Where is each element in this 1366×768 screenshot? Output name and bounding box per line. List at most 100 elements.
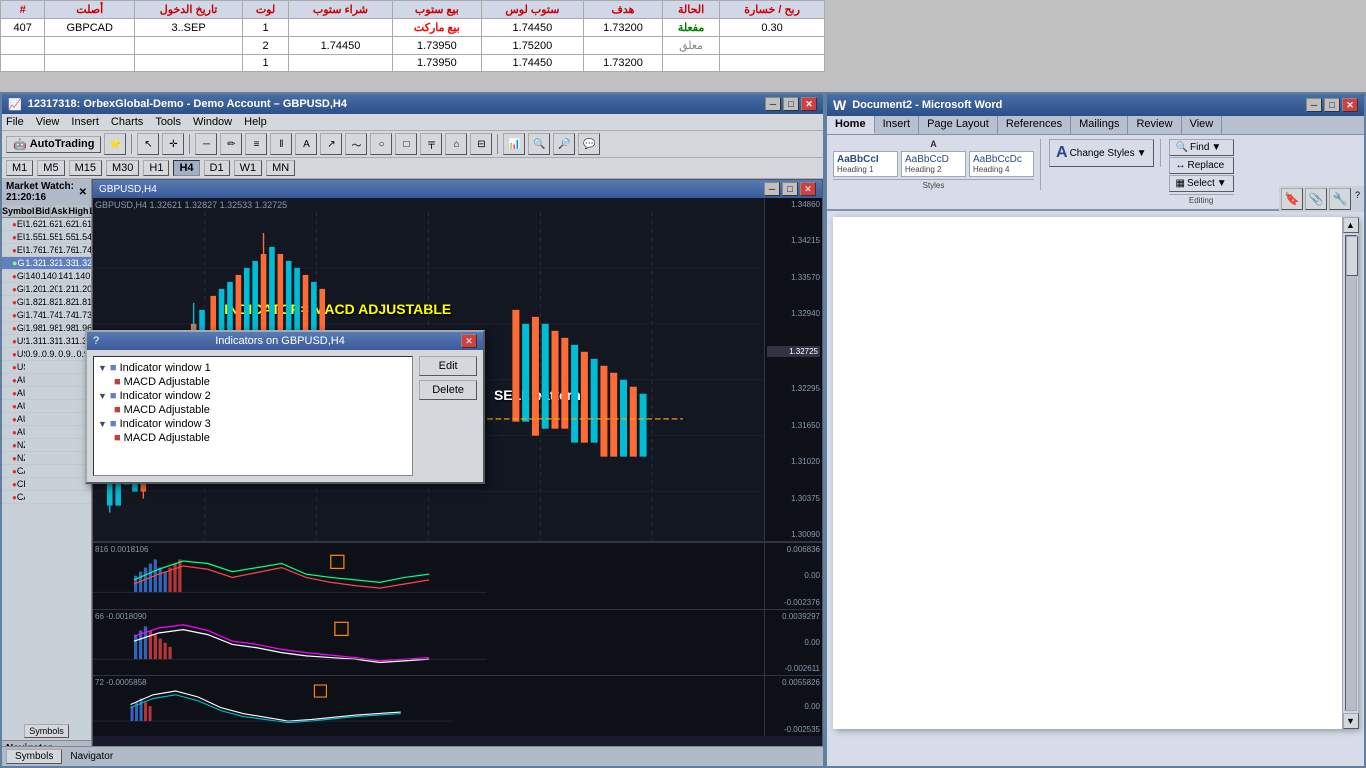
style-h2[interactable]: AaBbCcD Heading 2 — [901, 151, 966, 177]
tree-item-window2[interactable]: ▼ ■ Indicator window 2 — [98, 389, 408, 403]
market-watch-close[interactable]: ✕ — [79, 187, 87, 198]
tree-item-macd3[interactable]: ■ MACD Adjustable — [114, 431, 408, 445]
toolbar-oval-btn[interactable]: ○ — [370, 133, 392, 155]
mt4-close-btn[interactable]: ✕ — [801, 97, 817, 111]
scroll-track[interactable] — [1345, 235, 1357, 711]
change-styles-btn[interactable]: A Change Styles ▼ — [1049, 139, 1154, 167]
menu-insert[interactable]: Insert — [71, 116, 99, 128]
list-item-gbpusd[interactable]: ●GBPUSD 1.32... 1.32... 1.33... 1.32 — [2, 257, 91, 270]
list-item[interactable]: ●AUDNZD — [2, 426, 91, 439]
toolbar-channel-btn[interactable]: ⊟ — [470, 133, 492, 155]
tab-review[interactable]: Review — [1128, 116, 1181, 134]
list-item[interactable]: ●GBPCAD. 1.74... 1.74... 1.74... 1.73 — [2, 309, 91, 322]
list-item[interactable]: ●GBPCHF 1.20... 1.20... 1.21... 1.20 — [2, 283, 91, 296]
list-item[interactable]: ●GBPAUD. 1.82... 1.82... 1.82... 1.81 — [2, 296, 91, 309]
scroll-thumb[interactable] — [1346, 236, 1358, 276]
list-item[interactable]: ●NZDJPY — [2, 452, 91, 465]
list-item[interactable]: ●AUDCAD — [2, 387, 91, 400]
toolbar-fan-btn[interactable]: ⌂ — [445, 133, 467, 155]
menu-view[interactable]: View — [36, 116, 60, 128]
mt4-window-controls[interactable]: ─ □ ✕ — [765, 97, 817, 111]
toolbar-fib-btn[interactable]: 〒 — [420, 133, 442, 155]
toolbar-pen-btn[interactable]: ✏ — [220, 133, 242, 155]
tf-m30[interactable]: M30 — [106, 160, 139, 176]
list-item[interactable]: ●AUDCHF — [2, 400, 91, 413]
autotrading-btn[interactable]: 🤖 AutoTrading — [6, 136, 101, 153]
tab-references[interactable]: References — [998, 116, 1071, 134]
toolbar-zoom-out-btn[interactable]: 🔍 — [528, 133, 550, 155]
dialog-close-btn[interactable]: ✕ — [461, 334, 477, 348]
tab-home[interactable]: Home — [827, 116, 875, 134]
tab-page-layout[interactable]: Page Layout — [919, 116, 998, 134]
style-h4[interactable]: AaBbCcDc Heading 4 — [969, 151, 1034, 177]
tab-mailings[interactable]: Mailings — [1071, 116, 1128, 134]
tab-view[interactable]: View — [1182, 116, 1223, 134]
tf-mn[interactable]: MN — [266, 160, 295, 176]
list-item[interactable]: ●GBPJPY 140... 140... 141... 140 — [2, 270, 91, 283]
tf-d1[interactable]: D1 — [204, 160, 230, 176]
list-item[interactable]: ●CHFJPY — [2, 478, 91, 491]
mt4-minimize-btn[interactable]: ─ — [765, 97, 781, 111]
tf-w1[interactable]: W1 — [234, 160, 263, 176]
toolbar-hline-btn[interactable]: ≡ — [245, 133, 267, 155]
toolbar-rect-btn[interactable]: □ — [395, 133, 417, 155]
toolbar-cursor-btn[interactable]: ↖ — [137, 133, 159, 155]
toolbar-wave-btn[interactable]: 〜 — [345, 133, 367, 155]
word-icon3[interactable]: 🔧 — [1329, 188, 1351, 210]
word-document-area[interactable]: ▲ ▼ — [833, 217, 1358, 729]
style-h1[interactable]: AaBbCcI Heading 1 — [833, 151, 898, 177]
tree-item-macd2[interactable]: ■ MACD Adjustable — [114, 403, 408, 417]
list-item[interactable]: ●GBPNZD. 1.98... 1.98... 1.98... 1.96 — [2, 322, 91, 335]
toolbar-text-btn[interactable]: A — [295, 133, 317, 155]
tf-m15[interactable]: M15 — [69, 160, 102, 176]
word-minimize-btn[interactable]: ─ — [1306, 98, 1322, 112]
scroll-up-btn[interactable]: ▲ — [1343, 217, 1359, 233]
menu-help[interactable]: Help — [244, 116, 267, 128]
toolbar-arrow-btn[interactable]: ↗ — [320, 133, 342, 155]
menu-file[interactable]: File — [6, 116, 24, 128]
word-icon1[interactable]: 🔖 — [1281, 188, 1303, 210]
dialog-help-icon[interactable]: ? — [93, 335, 99, 347]
help-btn[interactable]: ? — [1353, 188, 1362, 210]
toolbar-vline-btn[interactable]: ‖ — [270, 133, 292, 155]
find-btn[interactable]: 🔍 Find ▼ — [1169, 139, 1234, 156]
list-item[interactable]: ●CADCHF — [2, 491, 91, 504]
list-item[interactable]: ●EURAUD 1.62... 1.62... 1.62... 1.61 — [2, 218, 91, 231]
menu-window[interactable]: Window — [193, 116, 232, 128]
tf-m5[interactable]: M5 — [37, 160, 64, 176]
list-item[interactable]: ●EURNZD 1.76... 1.76... 1.76... 1.74 — [2, 244, 91, 257]
tf-h1[interactable]: H1 — [143, 160, 169, 176]
word-close-btn[interactable]: ✕ — [1342, 98, 1358, 112]
menu-charts[interactable]: Charts — [111, 116, 143, 128]
tree-item-macd1[interactable]: ■ MACD Adjustable — [114, 375, 408, 389]
toolbar-star-btn[interactable]: ⭐ — [104, 133, 126, 155]
list-item[interactable]: ●USDCHF 0.9... 0.9... 0.9... 0.9 — [2, 348, 91, 361]
symbols-bottom-btn[interactable]: Symbols — [6, 749, 62, 764]
word-icon2[interactable]: 📎 — [1305, 188, 1327, 210]
toolbar-line-btn[interactable]: ─ — [195, 133, 217, 155]
list-item[interactable]: ●CADJPY — [2, 465, 91, 478]
tree-item-window1[interactable]: ▼ ■ Indicator window 1 — [98, 361, 408, 375]
tab-insert[interactable]: Insert — [875, 116, 920, 134]
list-item[interactable]: ●USDCAD 1.31... 1.31... 1.31... 1.30 — [2, 335, 91, 348]
delete-indicator-button[interactable]: Delete — [419, 380, 477, 400]
scroll-down-btn[interactable]: ▼ — [1343, 713, 1359, 729]
list-item[interactable]: ●USDJPY — [2, 361, 91, 374]
list-item[interactable]: ●NZDUSD — [2, 439, 91, 452]
menu-tools[interactable]: Tools — [155, 116, 181, 128]
list-item[interactable]: ●AUDUSD — [2, 374, 91, 387]
toolbar-comment-btn[interactable]: 💬 — [578, 133, 600, 155]
chart-close-btn[interactable]: ✕ — [800, 182, 816, 196]
replace-btn[interactable]: ↔ Replace — [1169, 157, 1234, 174]
symbols-button[interactable]: Symbols — [24, 724, 69, 738]
toolbar-chart-btn[interactable]: 📊 — [503, 133, 525, 155]
select-btn[interactable]: ▦ Select ▼ — [1169, 175, 1234, 192]
list-item[interactable]: ●EURCAD 1.55... 1.55... 1.55... 1.54 — [2, 231, 91, 244]
tree-item-window3[interactable]: ▼ ■ Indicator window 3 — [98, 417, 408, 431]
chart-minimize-btn[interactable]: ─ — [764, 182, 780, 196]
mt4-maximize-btn[interactable]: □ — [783, 97, 799, 111]
list-item[interactable]: ●AUDJPY — [2, 413, 91, 426]
toolbar-zoom-in-btn[interactable]: 🔎 — [553, 133, 575, 155]
toolbar-plus-btn[interactable]: ✛ — [162, 133, 184, 155]
edit-indicator-button[interactable]: Edit — [419, 356, 477, 376]
